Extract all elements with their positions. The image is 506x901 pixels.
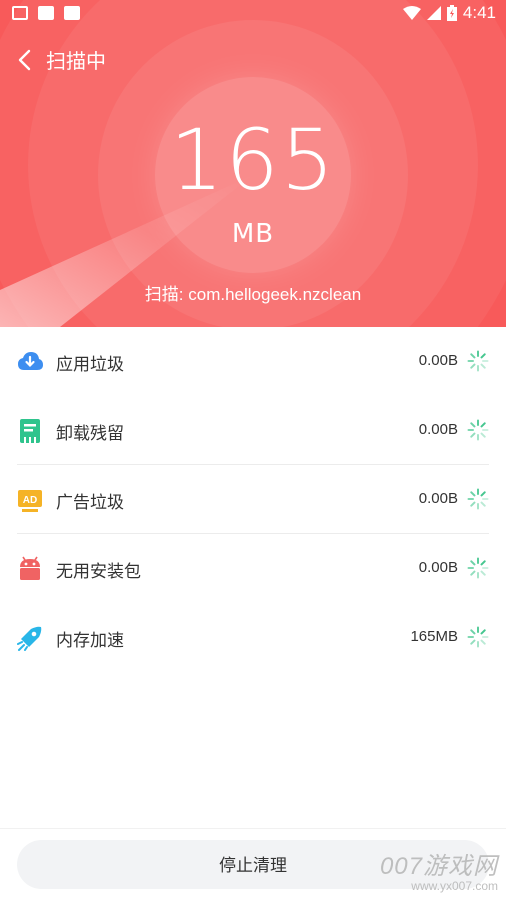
page-title: 扫描中 — [46, 49, 106, 73]
text-notification-icon — [64, 6, 80, 20]
list-item-uninstall-residue[interactable]: 卸载残留 0.00B — [0, 396, 506, 465]
item-size: 165MB — [410, 628, 458, 645]
ad-icon: AD — [18, 490, 42, 512]
item-label: 广告垃圾 — [56, 493, 124, 513]
svg-text:AD: AD — [23, 495, 37, 506]
notification-icon — [38, 6, 54, 20]
item-size: 0.00B — [418, 352, 458, 369]
loading-spinner-icon — [467, 488, 489, 510]
cloud-download-icon — [18, 352, 43, 370]
scan-category-list: 应用垃圾 0.00B 卸载残留 0.00B AD 广告垃圾 0.00B 无用安装… — [0, 327, 506, 672]
image-notification-icon — [12, 6, 28, 20]
loading-spinner-icon — [467, 350, 489, 372]
list-item-useless-apk[interactable]: 无用安装包 0.00B — [0, 534, 506, 603]
watermark-title: 007游戏网 — [379, 853, 498, 880]
item-label: 卸载残留 — [56, 424, 124, 444]
back-arrow-icon[interactable] — [14, 47, 38, 73]
battery-icon — [446, 5, 457, 21]
wifi-icon — [402, 6, 421, 20]
watermark-url: www.yx007.com — [411, 879, 498, 893]
loading-spinner-icon — [467, 419, 489, 441]
list-item-app-junk[interactable]: 应用垃圾 0.00B — [0, 327, 506, 396]
item-label: 应用垃圾 — [56, 355, 124, 375]
scan-status-text: 扫描: com.hellogeek.nzclean — [144, 285, 362, 304]
scanned-size-value: 165 — [169, 111, 337, 209]
scanned-size-unit: MB — [231, 219, 275, 249]
watermark: 007游戏网 www.yx007.com — [380, 846, 498, 893]
scan-header: 4:41 扫描中 165 MB 扫描: com.hellogeek.nzclea… — [0, 0, 506, 327]
android-icon — [20, 556, 40, 580]
list-item-ad-junk[interactable]: AD 广告垃圾 0.00B — [0, 465, 506, 534]
item-label: 无用安装包 — [56, 562, 141, 582]
item-size: 0.00B — [418, 490, 458, 507]
item-size: 0.00B — [418, 559, 458, 576]
list-item-memory-boost[interactable]: 内存加速 165MB — [0, 603, 506, 672]
item-label: 内存加速 — [56, 631, 124, 651]
loading-spinner-icon — [467, 626, 489, 648]
uninstall-residue-icon — [20, 419, 40, 443]
item-size: 0.00B — [418, 421, 458, 438]
signal-icon — [426, 6, 441, 20]
rocket-icon — [17, 626, 42, 651]
status-time: 4:41 — [462, 3, 496, 22]
loading-spinner-icon — [467, 557, 489, 579]
status-bar: 4:41 — [0, 0, 506, 28]
